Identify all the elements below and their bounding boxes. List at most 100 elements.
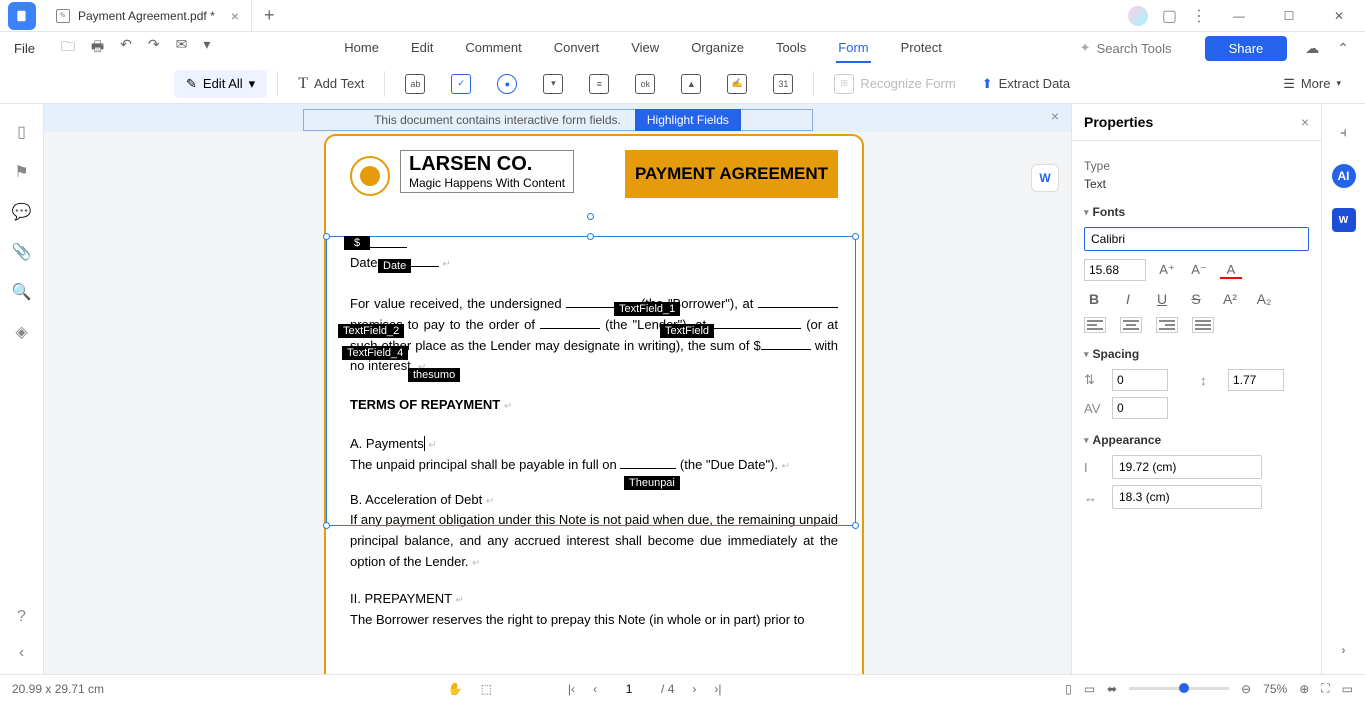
fit-width-icon[interactable]: ⬌: [1107, 682, 1117, 696]
ai-icon[interactable]: AI: [1332, 164, 1356, 188]
char-spacing-input[interactable]: [1112, 397, 1168, 419]
font-family-select[interactable]: [1084, 227, 1309, 251]
tab-tools[interactable]: Tools: [774, 34, 808, 63]
search-input[interactable]: [1097, 41, 1187, 56]
zoom-in-icon[interactable]: ⊕: [1299, 682, 1309, 696]
first-page-icon[interactable]: |‹: [568, 682, 575, 696]
align-justify-button[interactable]: [1192, 317, 1214, 333]
signature-tool[interactable]: ✍: [717, 74, 757, 94]
word-icon[interactable]: W: [1332, 208, 1356, 232]
tab-edit[interactable]: Edit: [409, 34, 435, 63]
dropdown-tool[interactable]: ▾: [533, 74, 573, 94]
list-tool[interactable]: ≡: [579, 74, 619, 94]
mail-icon[interactable]: ✉: [176, 36, 188, 60]
strike-button[interactable]: S: [1186, 291, 1206, 307]
edit-all-button[interactable]: ✎ Edit All ▾: [174, 70, 267, 98]
align-center-button[interactable]: [1120, 317, 1142, 333]
tab-organize[interactable]: Organize: [689, 34, 746, 63]
expand-right-icon[interactable]: ›: [1332, 638, 1356, 662]
close-window-button[interactable]: ✕: [1321, 2, 1357, 30]
extract-data-button[interactable]: ⬆ Extract Data: [972, 76, 1080, 92]
comments-icon[interactable]: 💬: [12, 202, 32, 222]
fit-actual-icon[interactable]: ▯: [1065, 682, 1072, 696]
thumbnails-icon[interactable]: ▯: [17, 122, 26, 142]
radio-tool[interactable]: ●: [487, 74, 527, 94]
highlight-fields-button[interactable]: Highlight Fields: [635, 109, 741, 131]
field-dollar[interactable]: $: [344, 236, 370, 250]
text-field-tool[interactable]: ab: [395, 74, 435, 94]
save-icon[interactable]: 🗀: [61, 36, 75, 60]
last-page-icon[interactable]: ›|: [714, 682, 721, 696]
more-quick-icon[interactable]: ▾: [203, 36, 210, 60]
height-input[interactable]: [1112, 485, 1262, 509]
italic-button[interactable]: I: [1118, 291, 1138, 307]
tab-convert[interactable]: Convert: [552, 34, 602, 63]
underline-button[interactable]: U: [1152, 291, 1172, 307]
superscript-button[interactable]: A²: [1220, 291, 1240, 307]
field-date[interactable]: Date: [378, 259, 411, 273]
appearance-section[interactable]: Appearance: [1084, 433, 1309, 447]
prev-page-icon[interactable]: ‹: [593, 682, 597, 696]
collapse-ribbon-icon[interactable]: ⌃: [1337, 40, 1349, 57]
share-button[interactable]: Share: [1205, 36, 1288, 61]
maximize-button[interactable]: ☐: [1271, 2, 1307, 30]
print-icon[interactable]: 🖶: [91, 36, 104, 60]
field-sum[interactable]: thesumo: [408, 368, 460, 382]
text-selection-box[interactable]: [326, 236, 856, 526]
close-tab-icon[interactable]: ×: [231, 8, 239, 24]
overflow-icon[interactable]: ⋮: [1191, 6, 1207, 26]
close-properties-icon[interactable]: ×: [1301, 114, 1309, 130]
document-tab[interactable]: ✎ Payment Agreement.pdf * ×: [44, 0, 252, 32]
tab-protect[interactable]: Protect: [899, 34, 944, 63]
field-tf1[interactable]: TextField_1: [614, 302, 680, 316]
tab-form[interactable]: Form: [836, 34, 870, 63]
line-height-input[interactable]: [1228, 369, 1284, 391]
zoom-out-icon[interactable]: ⊖: [1241, 682, 1251, 696]
app-logo[interactable]: [8, 2, 36, 30]
minimize-button[interactable]: —: [1221, 2, 1257, 30]
align-right-button[interactable]: [1156, 317, 1178, 333]
cloud-icon[interactable]: ☁: [1305, 40, 1319, 57]
search-tools[interactable]: ✦: [1080, 40, 1187, 56]
tab-home[interactable]: Home: [342, 34, 381, 63]
line-before-input[interactable]: [1112, 369, 1168, 391]
button-tool[interactable]: ok: [625, 74, 665, 94]
select-tool-icon[interactable]: ⬚: [481, 682, 492, 696]
tab-view[interactable]: View: [629, 34, 661, 63]
next-page-icon[interactable]: ›: [692, 682, 696, 696]
chat-icon[interactable]: ▢: [1162, 6, 1177, 26]
settings-slider-icon[interactable]: ⫞: [1332, 120, 1356, 144]
tab-comment[interactable]: Comment: [463, 34, 523, 63]
subscript-button[interactable]: A₂: [1254, 291, 1274, 307]
file-menu[interactable]: File: [0, 41, 49, 56]
bold-button[interactable]: B: [1084, 291, 1104, 307]
fonts-section[interactable]: Fonts: [1084, 205, 1309, 219]
undo-icon[interactable]: ↶: [120, 36, 132, 60]
redo-icon[interactable]: ↷: [148, 36, 160, 60]
font-color-icon[interactable]: A: [1220, 261, 1242, 279]
date-tool[interactable]: 31: [763, 74, 803, 94]
width-input[interactable]: [1112, 455, 1262, 479]
layers-icon[interactable]: ◈: [15, 322, 27, 342]
help-icon[interactable]: ?: [17, 608, 26, 626]
font-size-input[interactable]: [1084, 259, 1146, 281]
hand-tool-icon[interactable]: ✋: [448, 682, 463, 696]
fullscreen-icon[interactable]: ⛶: [1321, 681, 1329, 696]
increase-font-icon[interactable]: A⁺: [1156, 261, 1178, 279]
spacing-section[interactable]: Spacing: [1084, 347, 1309, 361]
banner-close-icon[interactable]: ×: [1051, 108, 1059, 124]
word-export-icon[interactable]: W: [1031, 164, 1059, 192]
fit-page-icon[interactable]: ▭: [1084, 682, 1095, 696]
field-due[interactable]: Theunpai: [624, 476, 680, 490]
field-tf4[interactable]: TextField_4: [342, 346, 408, 360]
checkbox-tool[interactable]: ✓: [441, 74, 481, 94]
bookmarks-icon[interactable]: ⚑: [14, 162, 28, 182]
decrease-font-icon[interactable]: A⁻: [1188, 261, 1210, 279]
attachments-icon[interactable]: 📎: [12, 242, 32, 262]
field-tf2[interactable]: TextField_2: [338, 324, 404, 338]
add-text-button[interactable]: T Add Text: [288, 75, 374, 93]
new-tab-button[interactable]: +: [252, 5, 287, 26]
zoom-slider[interactable]: [1129, 687, 1229, 690]
align-left-button[interactable]: [1084, 317, 1106, 333]
image-tool[interactable]: ▲: [671, 74, 711, 94]
